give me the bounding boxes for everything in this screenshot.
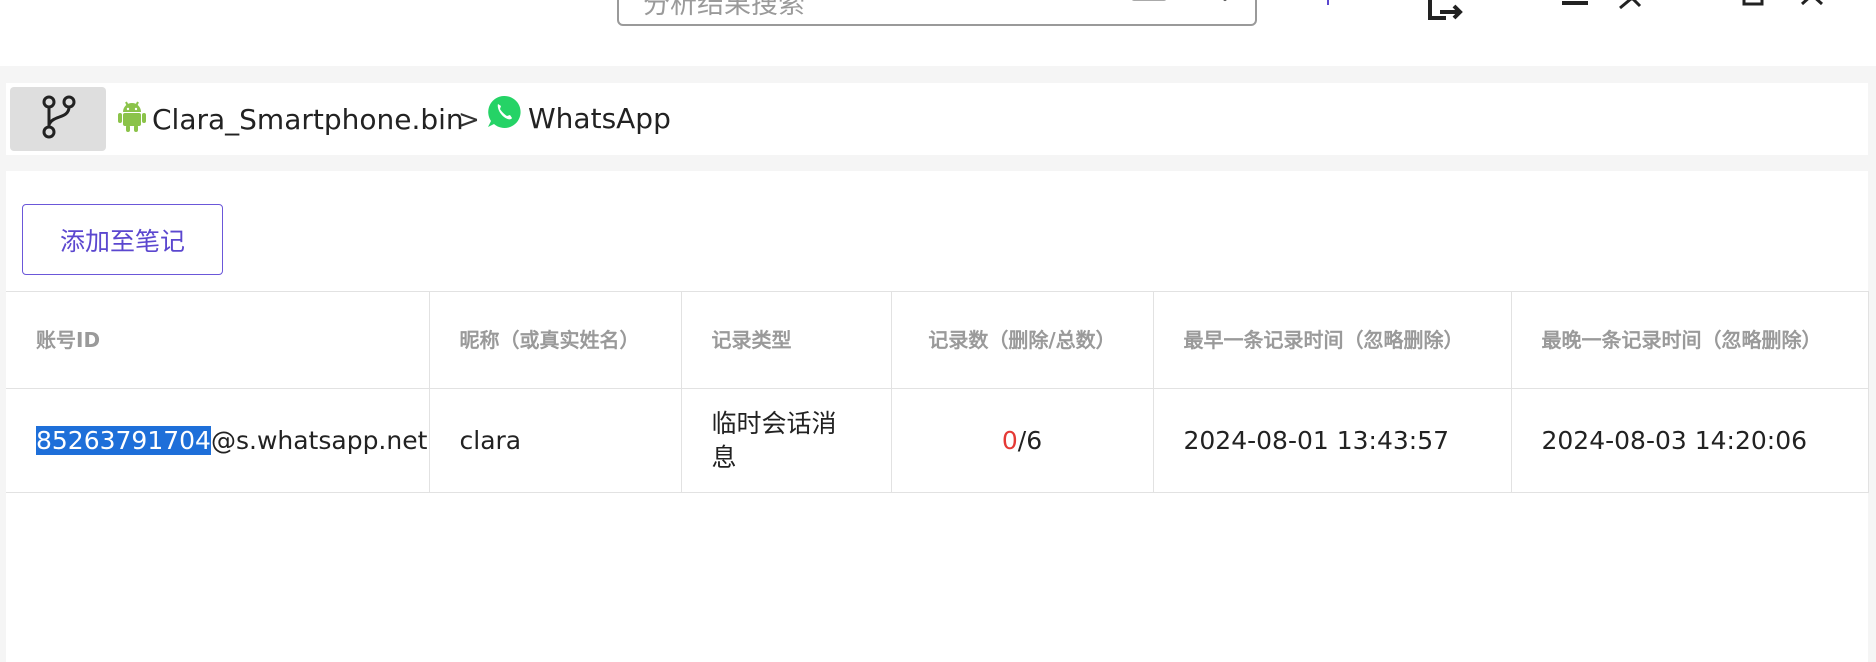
android-icon	[118, 100, 146, 139]
breadcrumb-app-label: WhatsApp	[528, 101, 671, 135]
selected-text: 85263791704	[36, 425, 211, 455]
close-icon[interactable]	[1800, 0, 1828, 12]
minimize-icon[interactable]	[1562, 0, 1588, 12]
breadcrumb-source-label: Clara_Smartphone.bin	[152, 102, 464, 136]
cell-latest-time: 2024-08-03 14:20:06	[1511, 388, 1869, 493]
table-row[interactable]: 85263791704@s.whatsapp.net clara 临时会话消息 …	[6, 388, 1869, 493]
breadcrumb: Clara_Smartphone.bin > WhatsApp	[6, 83, 1868, 155]
cell-record-count: 0/6	[891, 388, 1154, 493]
deleted-count: 0	[1001, 425, 1018, 455]
column-header-earliest-time[interactable]: 最早一条记录时间（忽略删除）	[1153, 291, 1512, 389]
export-icon[interactable]	[1424, 0, 1464, 30]
breadcrumb-separator: >	[458, 105, 480, 135]
result-search-box[interactable]: 分析结果搜索	[617, 0, 1257, 26]
whatsapp-icon	[486, 94, 522, 137]
cell-nickname: clara	[429, 388, 682, 493]
pin-marker-icon[interactable]	[1322, 0, 1334, 11]
total-count: /6	[1017, 425, 1043, 455]
column-header-latest-time[interactable]: 最晚一条记录时间（忽略删除）	[1511, 291, 1869, 389]
branch-toggle-button[interactable]	[10, 87, 106, 151]
cell-account-id[interactable]: 85263791704@s.whatsapp.net	[6, 388, 430, 493]
search-icon[interactable]	[1189, 0, 1229, 6]
cell-earliest-time: 2024-08-01 13:43:57	[1153, 388, 1512, 493]
branch-icon	[40, 95, 76, 143]
column-header-record-count[interactable]: 记录数（删除/总数）	[891, 291, 1154, 389]
search-input[interactable]: 分析结果搜索	[643, 0, 805, 21]
column-header-record-type[interactable]: 记录类型	[681, 291, 892, 389]
breadcrumb-app[interactable]: WhatsApp	[486, 93, 671, 137]
breadcrumb-source[interactable]: Clara_Smartphone.bin	[118, 97, 464, 141]
top-bar: 分析结果搜索	[0, 0, 1876, 66]
cell-record-type: 临时会话消息	[681, 388, 892, 493]
account-id-suffix: @s.whatsapp.net	[210, 425, 428, 455]
add-to-notes-button[interactable]: 添加至笔记	[22, 204, 223, 275]
table-header-row: 账号ID 昵称（或真实姓名） 记录类型 记录数（删除/总数） 最早一条记录时间（…	[6, 291, 1869, 389]
keyboard-icon[interactable]	[1129, 0, 1169, 5]
column-header-account-id[interactable]: 账号ID	[6, 291, 430, 389]
maximize-icon[interactable]	[1742, 0, 1766, 12]
records-table: 账号ID 昵称（或真实姓名） 记录类型 记录数（删除/总数） 最早一条记录时间（…	[6, 291, 1869, 493]
results-panel: 添加至笔记 账号ID 昵称（或真实姓名） 记录类型 记录数（删除/总数） 最早一…	[6, 171, 1869, 662]
pin-icon[interactable]	[1618, 0, 1648, 14]
column-header-nickname[interactable]: 昵称（或真实姓名）	[429, 291, 682, 389]
